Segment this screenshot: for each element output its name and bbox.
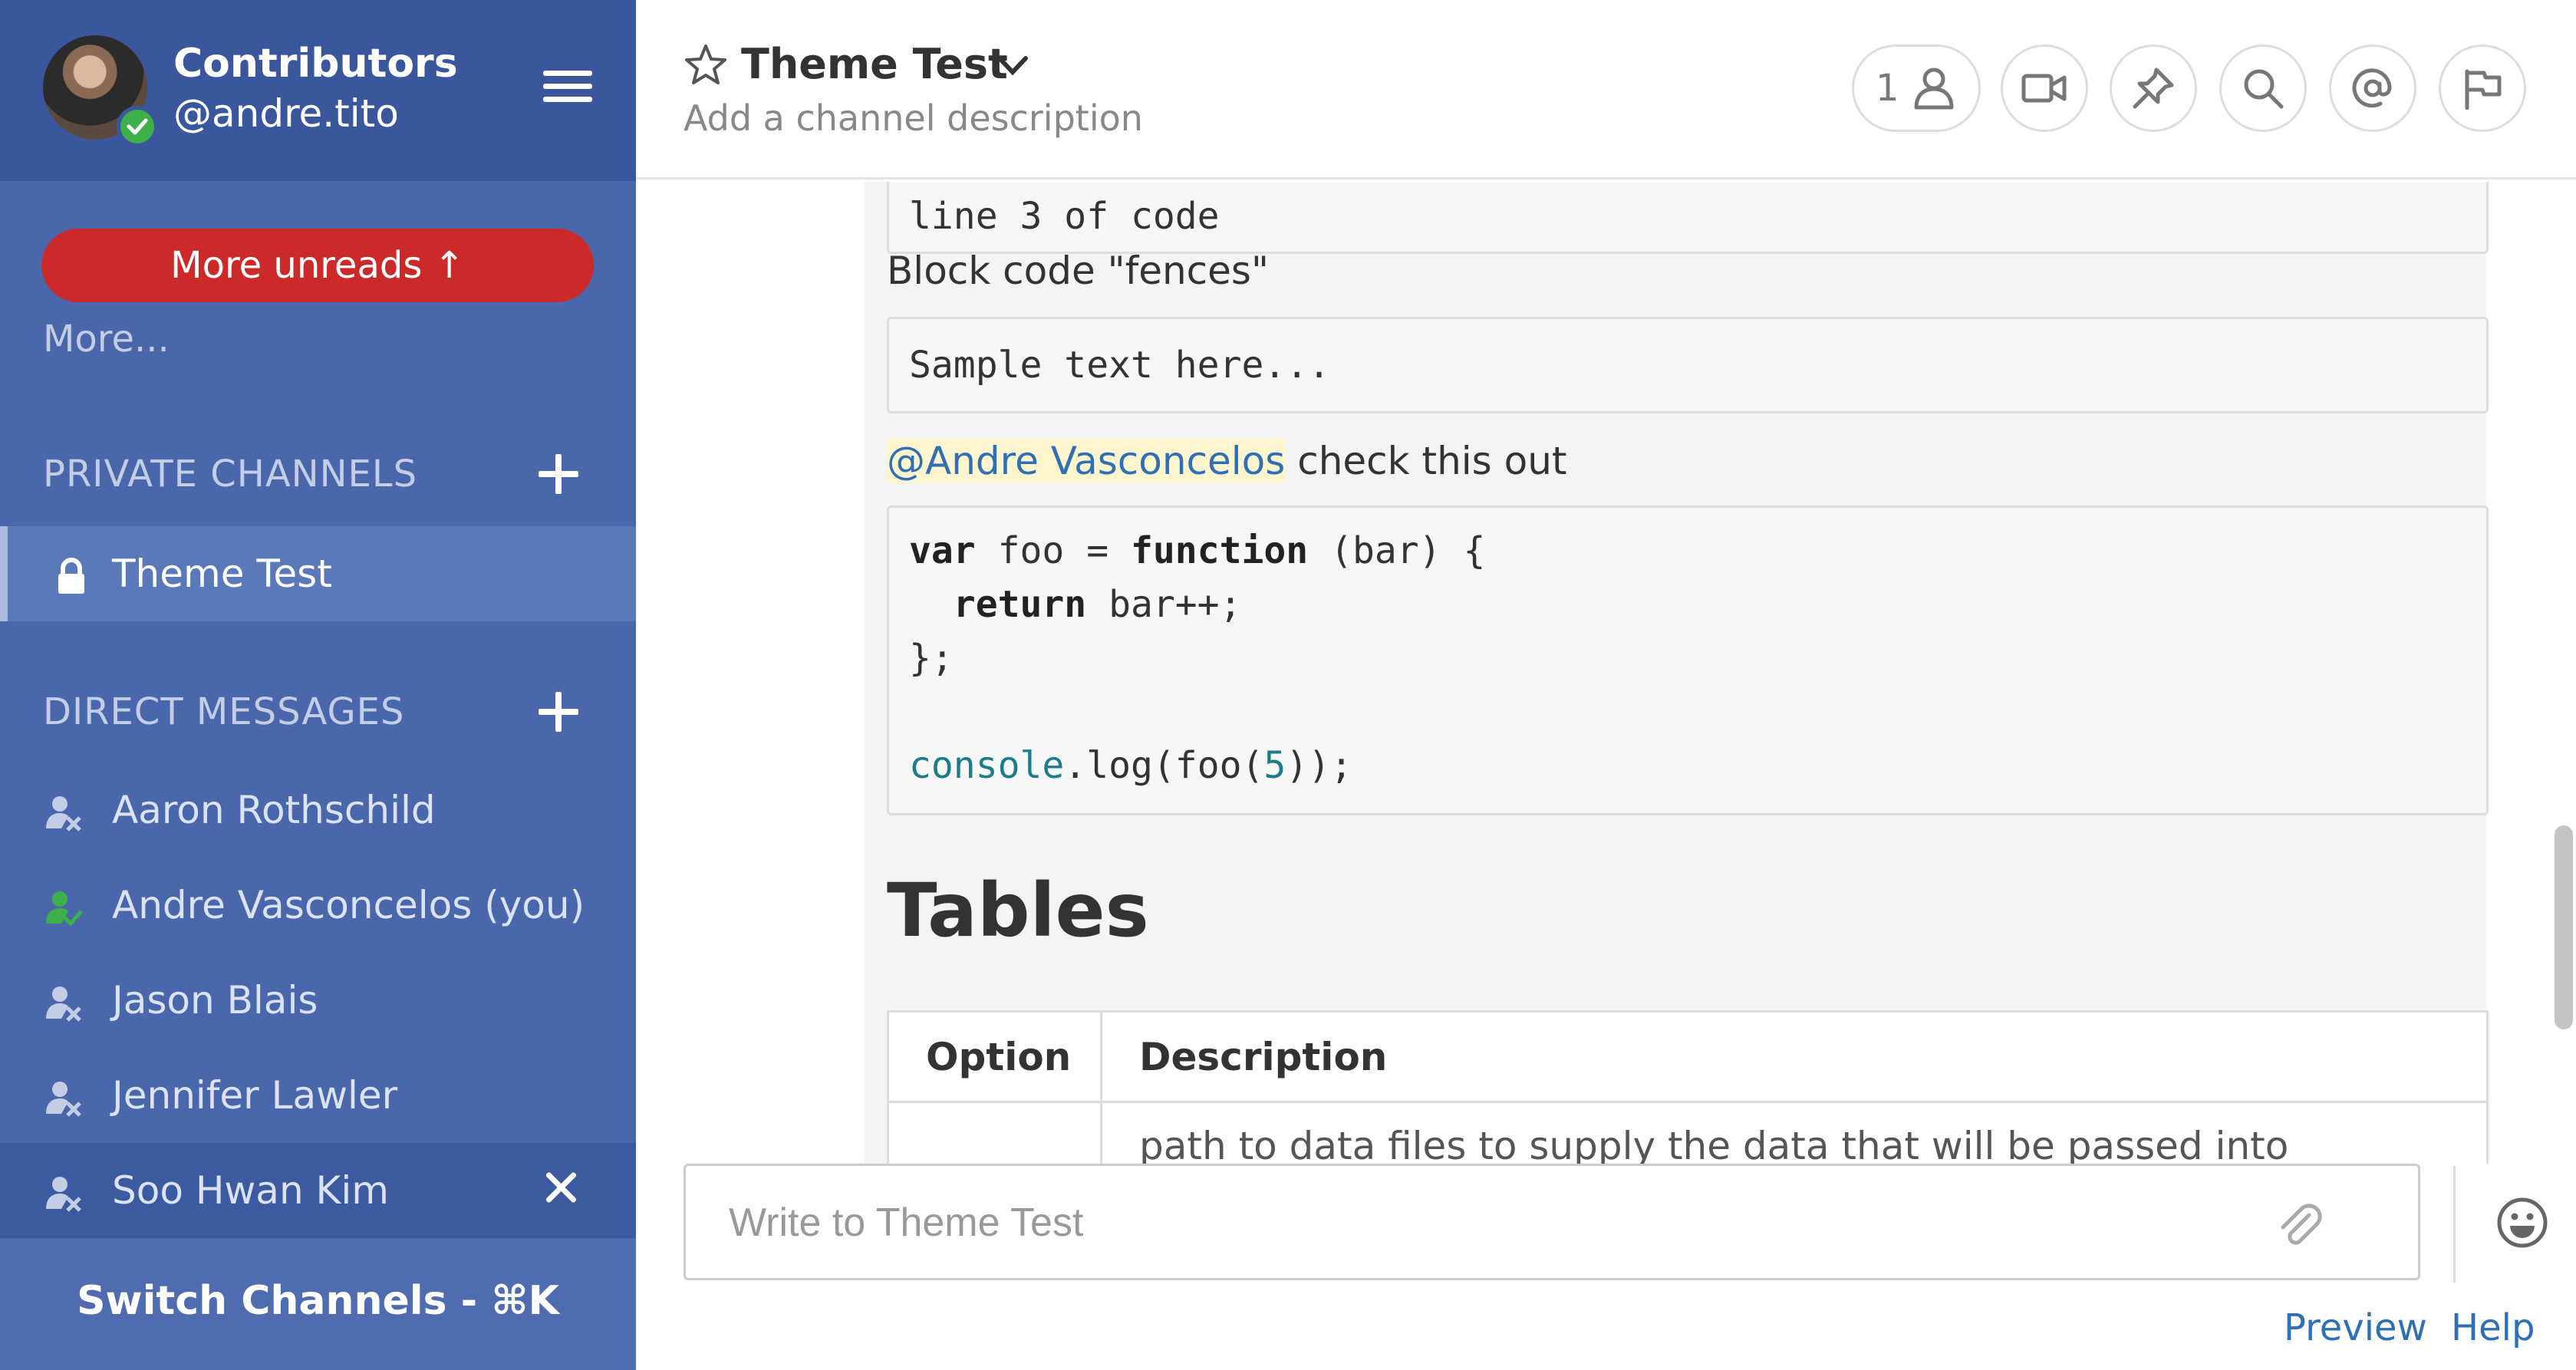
code-block: var foo = function (bar) { return bar++;… (887, 506, 2489, 815)
table-header-label: Option (926, 1035, 1072, 1079)
sidebar-item-jennifer-lawler[interactable]: Jennifer Lawler (0, 1048, 636, 1143)
code-line: console.log(foo(5)); (909, 744, 1352, 787)
table-header-label: Description (1139, 1035, 1388, 1079)
sidebar-item-label: Jennifer Lawler (112, 1073, 398, 1118)
flag-icon (2465, 69, 2502, 110)
member-list-button[interactable]: 1 (1852, 44, 1981, 132)
online-status-icon (117, 106, 158, 147)
avatar[interactable] (43, 35, 158, 147)
close-icon[interactable] (545, 1171, 578, 1204)
code-text: Sample text here... (909, 344, 1331, 387)
message-composer: Preview Help (636, 1164, 2576, 1370)
more-unreads-button[interactable]: More unreads ↑ (41, 229, 594, 302)
sidebar-item-label: Theme Test (112, 552, 332, 596)
sidebar-item-andre-vasconcelos[interactable]: Andre Vasconcelos (you) (0, 858, 636, 953)
table-cell (889, 1103, 1102, 1164)
recent-mentions-button[interactable] (2329, 44, 2416, 132)
team-name[interactable]: Contributors (173, 37, 458, 91)
sidebar: Contributors @andre.tito More unreads ↑ … (0, 0, 636, 1370)
sidebar-header: Contributors @andre.tito (0, 0, 636, 181)
sidebar-item-label: Andre Vasconcelos (you) (112, 883, 585, 927)
user-mention-link[interactable]: @Andre Vasconcelos (887, 439, 1286, 483)
video-call-button[interactable] (2001, 44, 2088, 132)
post-text-rest: check this out (1285, 439, 1567, 483)
code-block: Sample text here... (887, 317, 2489, 413)
more-channels-link[interactable]: More... (43, 313, 170, 365)
table-header-cell: Description (1102, 1013, 2486, 1103)
code-line: var foo = function (bar) { (909, 529, 1486, 572)
direct-messages-title: DIRECT MESSAGES (43, 690, 405, 733)
hamburger-menu-icon[interactable] (543, 71, 592, 107)
offline-user-icon (46, 796, 81, 832)
code-block: line 3 of code (887, 182, 2489, 254)
search-icon (2244, 69, 2284, 109)
sidebar-item-jason-blais[interactable]: Jason Blais (0, 953, 636, 1048)
username[interactable]: @andre.tito (173, 89, 399, 138)
sidebar-item-soo-hwan-kim[interactable]: Soo Hwan Kim (0, 1143, 636, 1238)
online-user-icon (46, 891, 83, 927)
lock-icon (58, 558, 84, 594)
message-input[interactable] (729, 1192, 2186, 1253)
help-link[interactable]: Help (2451, 1302, 2535, 1354)
scrollbar-thumb[interactable] (2555, 825, 2573, 1029)
video-icon (2021, 74, 2067, 103)
offline-user-icon (46, 986, 81, 1022)
private-channels-title: PRIVATE CHANNELS (43, 453, 418, 496)
table-cell-text: path to data files to supply the data th… (1139, 1124, 2289, 1164)
code-line: }; (909, 637, 954, 680)
search-button[interactable] (2219, 44, 2307, 132)
offline-user-icon (46, 1082, 81, 1117)
sidebar-item-aaron-rothschild[interactable]: Aaron Rothschild (0, 762, 636, 858)
channel-header: Theme Test Add a channel description 1 (636, 0, 2576, 179)
emoji-icon[interactable] (2495, 1195, 2550, 1250)
offline-user-icon (46, 1177, 81, 1212)
channel-title[interactable]: Theme Test (741, 37, 1008, 92)
code-line: return bar++; (953, 583, 1242, 626)
message-box (684, 1164, 2548, 1283)
member-count: 1 (1876, 67, 1899, 110)
pin-icon (2133, 68, 2174, 109)
divider (2453, 1166, 2456, 1283)
sidebar-item-label: Soo Hwan Kim (112, 1168, 389, 1213)
table-header-cell: Option (889, 1013, 1102, 1103)
switch-channels-button[interactable]: Switch Channels - ⌘K (0, 1273, 636, 1329)
mention-icon (2352, 68, 2392, 108)
attachment-icon[interactable] (2272, 1198, 2327, 1253)
add-private-channel-icon[interactable] (537, 453, 580, 496)
markdown-table: Option Description path to data files to… (887, 1010, 2489, 1164)
member-icon (1914, 68, 1954, 110)
flagged-posts-button[interactable] (2439, 44, 2526, 132)
add-direct-message-icon[interactable] (537, 690, 580, 733)
section-heading: Tables (887, 868, 1149, 953)
post-text: @Andre Vasconcelos check this out (887, 435, 1567, 487)
chevron-down-icon[interactable] (993, 51, 1032, 81)
post-text: Block code "fences" (887, 249, 1269, 293)
pinned-posts-button[interactable] (2110, 44, 2197, 132)
code-text: line 3 of code (909, 195, 1220, 238)
sidebar-item-label: Jason Blais (112, 978, 318, 1023)
preview-link[interactable]: Preview (2284, 1302, 2427, 1354)
switch-channels-bar[interactable]: Switch Channels - ⌘K (0, 1238, 636, 1370)
post-list: line 3 of code Block code "fences" Sampl… (636, 182, 2576, 1164)
sidebar-item-label: Aaron Rothschild (112, 788, 436, 832)
sidebar-item-theme-test[interactable]: Theme Test (0, 526, 636, 621)
channel-description[interactable]: Add a channel description (684, 94, 1143, 143)
star-icon[interactable] (684, 43, 728, 86)
